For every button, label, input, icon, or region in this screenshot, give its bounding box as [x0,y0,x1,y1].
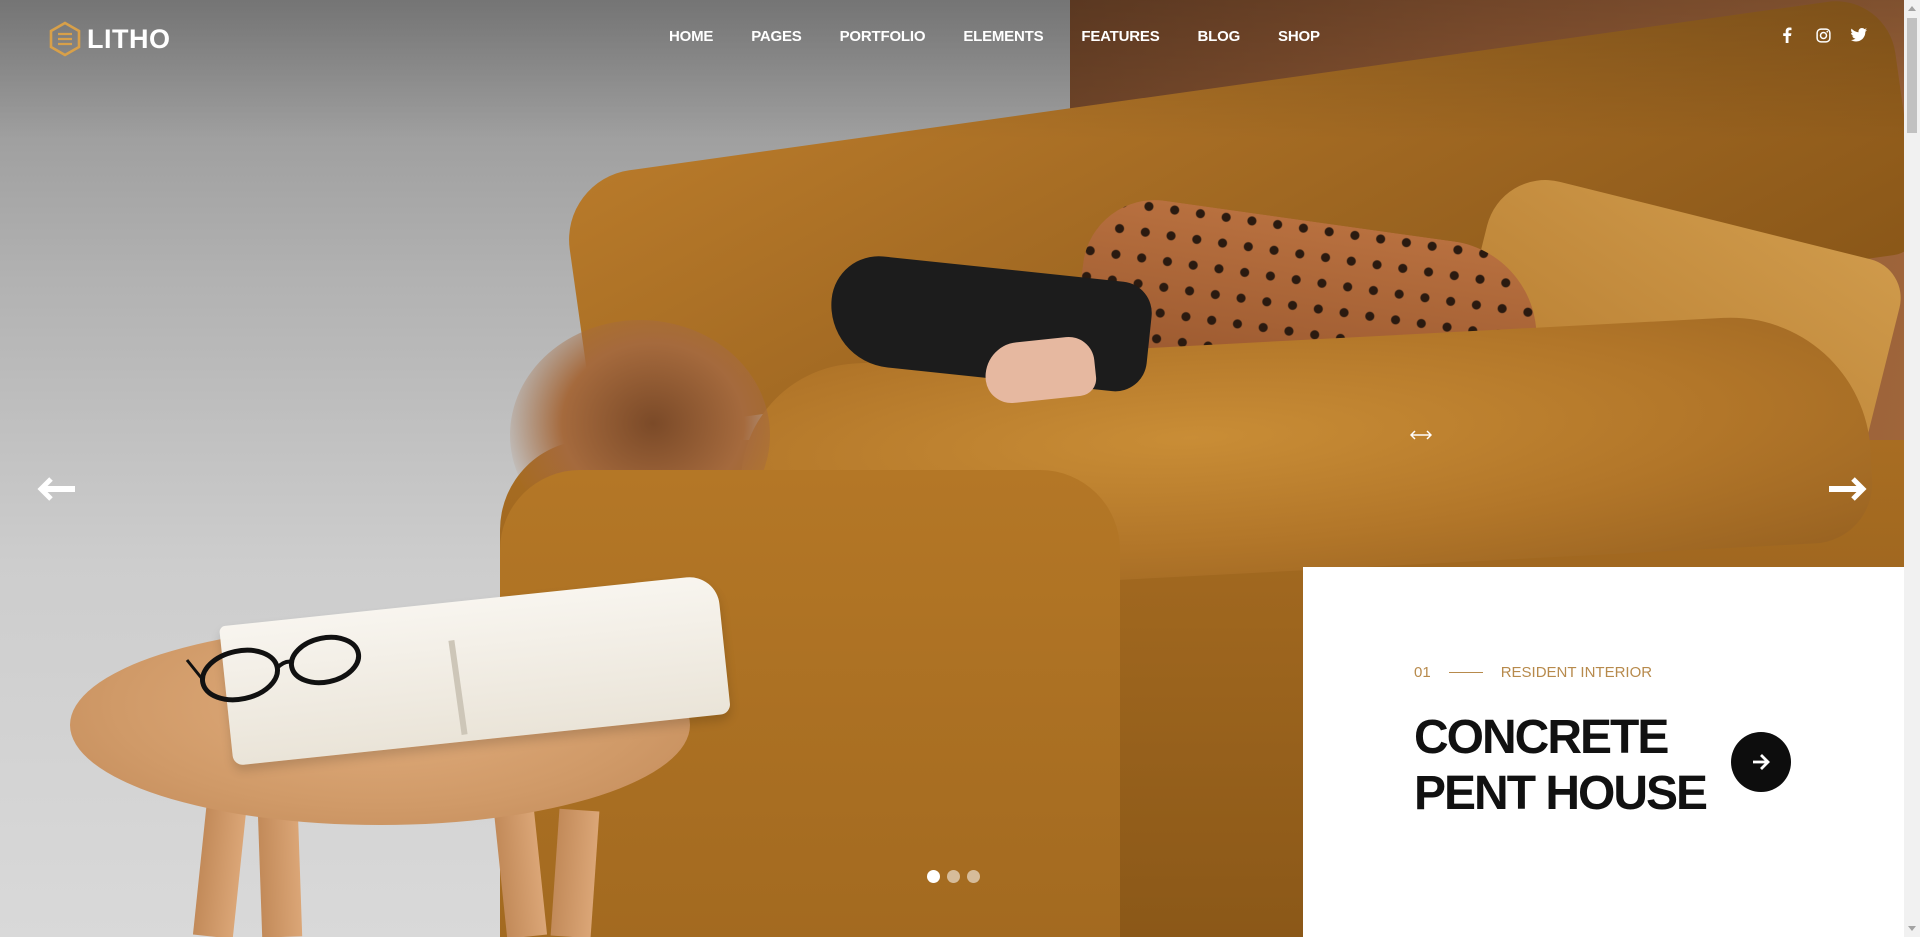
nav-item-features[interactable]: FEATURES [1062,28,1178,45]
nav-item-blog[interactable]: BLOG [1179,28,1260,45]
project-link-button[interactable] [1731,732,1791,792]
slider-prev-arrow-icon[interactable] [37,475,79,503]
table-leg [257,809,303,937]
nav-item-elements[interactable]: ELEMENTS [944,28,1062,45]
site-header: LITHO HOME PAGES PORTFOLIO ELEMENTS FEAT… [0,0,1904,80]
slider-dot-2[interactable] [947,870,960,883]
slider-pagination [927,870,980,883]
project-number: 01 [1414,664,1431,681]
table-leg [192,798,248,937]
twitter-icon[interactable] [1851,27,1867,43]
nav-item-pages[interactable]: PAGES [732,28,820,45]
facebook-icon[interactable] [1779,27,1795,43]
arrow-right-icon [1753,754,1770,770]
project-meta: 01 RESIDENT INTERIOR [1414,664,1652,681]
page-viewport: LITHO HOME PAGES PORTFOLIO ELEMENTS FEAT… [0,0,1904,937]
social-links [1779,27,1867,43]
logo-icon [49,21,81,57]
drag-cursor-icon [1410,430,1432,440]
main-nav: HOME PAGES PORTFOLIO ELEMENTS FEATURES B… [650,28,1339,45]
project-card: 01 RESIDENT INTERIOR CONCRETE PENT HOUSE [1303,567,1904,937]
logo-text: LITHO [87,23,171,54]
page-scrollbar[interactable] [1904,0,1920,937]
nav-item-home[interactable]: HOME [650,28,732,45]
scroll-down-icon[interactable] [1904,921,1920,937]
project-category: RESIDENT INTERIOR [1500,664,1653,681]
scroll-up-icon[interactable] [1904,0,1920,16]
slider-dot-1[interactable] [927,870,940,883]
scrollbar-thumb[interactable] [1907,18,1917,133]
project-title: CONCRETE PENT HOUSE [1414,711,1708,820]
glasses-image [185,634,362,703]
slider-next-arrow-icon[interactable] [1825,475,1867,503]
instagram-icon[interactable] [1815,27,1831,43]
nav-item-portfolio[interactable]: PORTFOLIO [821,28,945,45]
meta-divider [1448,672,1483,673]
slider-dot-3[interactable] [967,870,980,883]
logo[interactable]: LITHO [49,21,171,57]
nav-item-shop[interactable]: SHOP [1259,28,1339,45]
